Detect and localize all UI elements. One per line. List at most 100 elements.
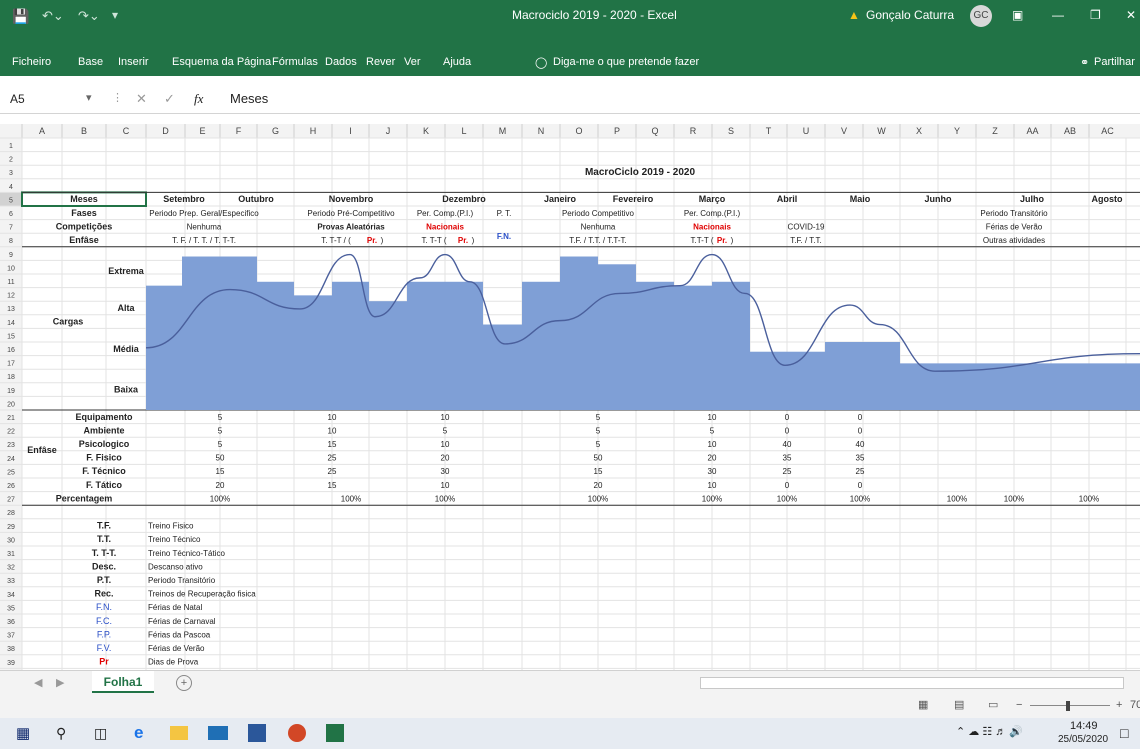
enfase-value: 5 (596, 440, 601, 449)
horizontal-scrollbar[interactable] (700, 677, 1124, 689)
ribbon-tab-4[interactable]: Fórmulas (272, 56, 318, 68)
percent-9: 100% (1079, 494, 1099, 503)
enfase-g-pr: Pr. (717, 236, 727, 245)
zoom-slider-thumb[interactable] (1066, 701, 1070, 711)
column-header-A: A (39, 126, 45, 136)
load-bar-11 (636, 281, 674, 410)
enfase-value: 40 (783, 440, 792, 449)
load-bar-15 (825, 342, 900, 410)
edge-icon[interactable]: e (134, 724, 143, 741)
load-bar-6 (407, 281, 483, 410)
zoom-out-icon[interactable]: − (1016, 700, 1022, 711)
clock-date[interactable]: 25/05/2020 (1058, 735, 1108, 745)
powerpoint-icon[interactable] (288, 724, 306, 742)
clock-time[interactable]: 14:49 (1070, 721, 1098, 732)
ribbon-tab-6[interactable]: Rever (366, 56, 395, 68)
legend-desc-2: Treino Técnico-Tático (148, 549, 225, 558)
task-view-icon[interactable]: ◫ (94, 726, 107, 740)
load-bar-5 (369, 301, 407, 410)
ribbon-tab-7[interactable]: Ver (404, 56, 421, 68)
enfase-item-0: Equipamento (75, 412, 133, 422)
row-header-31: 31 (7, 551, 15, 558)
zoom-level[interactable]: 70 (1130, 700, 1140, 711)
next-sheet-icon[interactable]: ▶ (56, 678, 64, 689)
enfase-e: T. T-T ( (421, 236, 446, 245)
enfase-value: 25 (328, 467, 337, 476)
ribbon-tab-5[interactable]: Dados (325, 56, 357, 68)
row-header-38: 38 (7, 646, 15, 653)
enfase-value: 10 (708, 440, 717, 449)
normal-view-icon[interactable]: ▦ (918, 700, 928, 711)
row-header-20: 20 (7, 401, 15, 408)
row-header-9: 9 (9, 252, 13, 259)
month-3: Dezembro (442, 194, 486, 204)
enfase-value: 30 (708, 467, 717, 476)
enfase-item-2: Psicologico (79, 439, 130, 449)
excel-icon[interactable] (326, 724, 344, 742)
row-header-39: 39 (7, 660, 15, 667)
tab-folha1[interactable]: Folha1 (92, 671, 154, 693)
competicao-5: Férias de Verão (986, 222, 1043, 231)
enfase-value: 30 (441, 467, 450, 476)
load-bar-14 (750, 351, 825, 410)
enfase-value: 5 (218, 426, 223, 435)
label-baixa: Baixa (114, 385, 139, 395)
load-bar-2 (257, 281, 294, 410)
month-8: Maio (850, 194, 871, 204)
notifications-icon[interactable]: □ (1120, 726, 1128, 740)
enfase-value: 10 (441, 481, 450, 490)
percent-3: 100% (588, 494, 608, 503)
ribbon-tab-1[interactable]: Base (78, 56, 103, 68)
month-1: Outubro (238, 194, 274, 204)
mail-icon[interactable] (208, 726, 228, 740)
enfase-value: 10 (441, 440, 450, 449)
file-explorer-icon[interactable] (170, 726, 188, 740)
prev-sheet-icon[interactable]: ◀ (34, 678, 42, 689)
legend-abbr-9: F.V. (97, 643, 112, 653)
fase-4: Periodo Competitivo (562, 209, 635, 218)
enfase-e-close: ) (472, 236, 475, 245)
enfase-value: 15 (328, 481, 337, 490)
word-icon[interactable] (248, 724, 266, 742)
enfase-value: 5 (596, 413, 601, 422)
enfase-item-3: F. Fisico (86, 453, 122, 463)
column-header-N: N (538, 126, 545, 136)
tray-icons[interactable]: ⌃ ☁ ☷ ♬ 🔊 (956, 727, 1023, 738)
enfase-g-close: ) (731, 236, 734, 245)
column-header-Q: Q (651, 126, 658, 136)
spreadsheet-grid[interactable]: A B C D E F G H I J K L M N O P Q R S T U V W X Y Z AA AB AC12345678… (0, 0, 1140, 670)
page-layout-icon[interactable]: ▤ (954, 700, 964, 711)
ribbon-tab-2[interactable]: Inserir (118, 56, 149, 68)
legend-desc-1: Treino Técnico (148, 535, 201, 544)
column-header-S: S (728, 126, 734, 136)
enfase-value: 0 (858, 426, 863, 435)
column-header-K: K (423, 126, 429, 136)
enfase-value: 5 (218, 413, 223, 422)
excel-window: { "window":{"title":"Macrociclo 2019 - 2… (0, 0, 1140, 749)
ribbon-tab-8[interactable]: Ajuda (443, 56, 471, 68)
ribbon-tab-0[interactable]: Ficheiro (12, 56, 51, 68)
search-icon[interactable]: ⚲ (56, 726, 66, 740)
fn-label: F.N. (497, 232, 511, 241)
month-7: Abril (777, 194, 798, 204)
row-header-17: 17 (7, 361, 15, 368)
enfase-item-4: F. Técnico (82, 466, 126, 476)
percent-2: 100% (435, 494, 455, 503)
label-media: Média (113, 344, 140, 354)
legend-desc-5: Treinos de Recuperação fisica (148, 590, 256, 599)
load-bar-16 (900, 363, 1140, 410)
enfase-value: 20 (441, 454, 450, 463)
row-header-32: 32 (7, 565, 15, 572)
windows-start-icon[interactable]: ▦ (16, 726, 30, 741)
legend-abbr-6: F.N. (96, 602, 112, 612)
add-sheet-button[interactable]: + (176, 675, 192, 691)
row-header-3: 3 (9, 170, 13, 177)
legend-abbr-4: P.T. (97, 575, 111, 585)
fase-1: Periodo Pré-Competitivo (307, 209, 395, 218)
page-break-icon[interactable]: ▭ (988, 700, 998, 711)
zoom-in-icon[interactable]: + (1116, 700, 1122, 711)
fase-2: Per. Comp.(P.I.) (417, 209, 474, 218)
zoom-slider[interactable] (1030, 705, 1110, 706)
row-header-18: 18 (7, 374, 15, 381)
ribbon-tab-3[interactable]: Esquema da Página (172, 56, 271, 68)
